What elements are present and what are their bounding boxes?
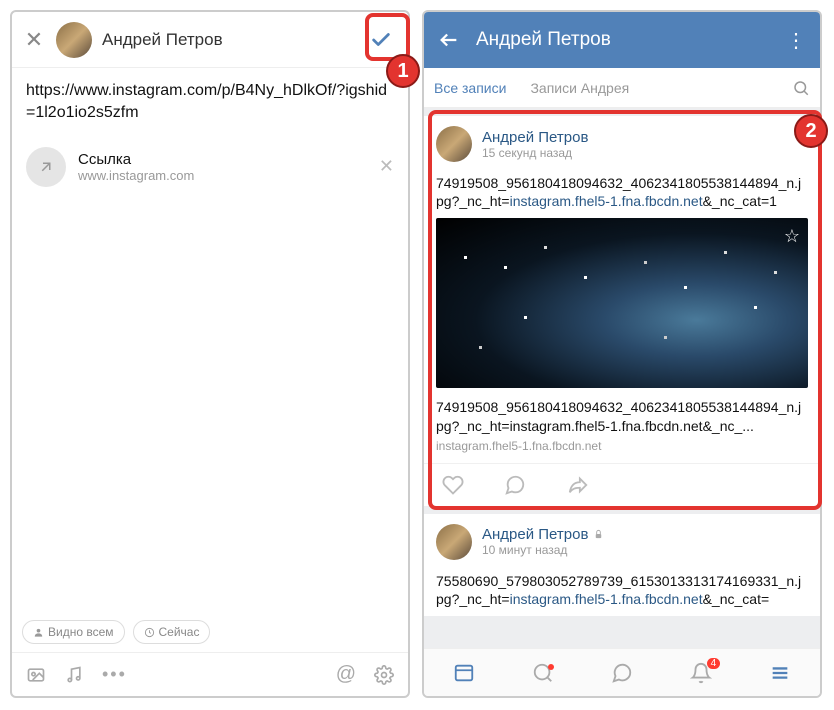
feed-header: Андрей Петров ⋮ (424, 12, 820, 68)
bottom-nav: 4 (424, 648, 820, 696)
remove-link-icon[interactable]: ✕ (379, 156, 394, 177)
callout-number-1: 1 (386, 54, 420, 88)
visibility-label: Видно всем (48, 625, 114, 639)
back-icon[interactable] (438, 29, 460, 51)
link-preview-text[interactable]: 74919508_956180418094632_406234180553814… (424, 388, 820, 438)
menu-dots-icon[interactable]: ⋮ (786, 28, 806, 53)
mention-icon[interactable]: @ (336, 663, 356, 686)
feed-post: Андрей Петров 15 секунд назад 74919508_9… (424, 116, 820, 506)
nav-notifications-icon[interactable]: 4 (690, 662, 712, 684)
post-author[interactable]: Андрей Петров (482, 526, 604, 543)
compose-screen: ✕ Андрей Петров https://www.instagram.co… (10, 10, 410, 698)
visibility-row: Видно всем Сейчас (12, 612, 408, 652)
inline-link[interactable]: instagram.fhel5-1.fna.fbcdn.net (510, 591, 703, 607)
link-icon (26, 147, 66, 187)
avatar[interactable] (56, 22, 92, 58)
callout-number-2: 2 (794, 114, 828, 148)
search-icon[interactable] (792, 79, 810, 97)
close-icon[interactable]: ✕ (22, 27, 46, 53)
avatar[interactable] (436, 126, 472, 162)
compose-toolbar: ••• @ (12, 652, 408, 696)
compose-author-name: Андрей Петров (102, 30, 360, 50)
link-host: www.instagram.com (78, 168, 367, 183)
photo-icon[interactable] (26, 665, 46, 685)
nav-messages-icon[interactable] (611, 662, 633, 684)
like-icon[interactable] (442, 474, 464, 496)
feed-post: Андрей Петров 10 минут назад 75580690_57… (424, 514, 820, 616)
post-text: 75580690_579803052789739_615301331317416… (424, 570, 820, 616)
notification-badge: 4 (707, 658, 721, 669)
avatar[interactable] (436, 524, 472, 560)
inline-link[interactable]: instagram.fhel5-1.fna.fbcdn.net (510, 193, 703, 209)
feed-list: Андрей Петров 15 секунд назад 74919508_9… (424, 108, 820, 648)
nav-discover-icon[interactable] (532, 662, 554, 684)
post-time: 10 минут назад (482, 543, 604, 557)
link-attachment: Ссылка www.instagram.com ✕ (12, 137, 408, 197)
nav-news-icon[interactable] (453, 662, 475, 684)
tab-all[interactable]: Все записи (434, 80, 506, 96)
post-header: Андрей Петров 10 минут назад (424, 514, 820, 570)
compose-textarea[interactable]: https://www.instagram.com/p/B4Ny_hDlkOf/… (12, 68, 408, 137)
nav-menu-icon[interactable] (769, 662, 791, 684)
feed-title: Андрей Петров (476, 29, 770, 51)
post-image[interactable]: ☆ (436, 218, 808, 388)
more-icon[interactable]: ••• (102, 664, 127, 685)
music-icon[interactable] (64, 665, 84, 685)
link-title: Ссылка (78, 151, 367, 168)
feed-screen: Андрей Петров ⋮ Все записи Записи Андрея… (422, 10, 822, 698)
post-author[interactable]: Андрей Петров (482, 129, 588, 146)
share-icon[interactable] (566, 474, 590, 496)
post-time: 15 секунд назад (482, 146, 588, 160)
visibility-pill[interactable]: Видно всем (22, 620, 125, 644)
compose-header: ✕ Андрей Петров (12, 12, 408, 68)
tab-user[interactable]: Записи Андрея (530, 80, 629, 96)
star-icon[interactable]: ☆ (784, 226, 800, 247)
feed-tabs: Все записи Записи Андрея (424, 68, 820, 108)
submit-check-icon[interactable] (370, 29, 398, 51)
schedule-pill[interactable]: Сейчас (133, 620, 211, 644)
settings-icon[interactable] (374, 665, 394, 685)
post-header: Андрей Петров 15 секунд назад (424, 116, 820, 172)
post-text: 74919508_956180418094632_406234180553814… (424, 172, 820, 218)
post-actions (424, 463, 820, 506)
schedule-label: Сейчас (159, 625, 200, 639)
link-preview-host: instagram.fhel5-1.fna.fbcdn.net (424, 439, 820, 463)
comment-icon[interactable] (504, 474, 526, 496)
